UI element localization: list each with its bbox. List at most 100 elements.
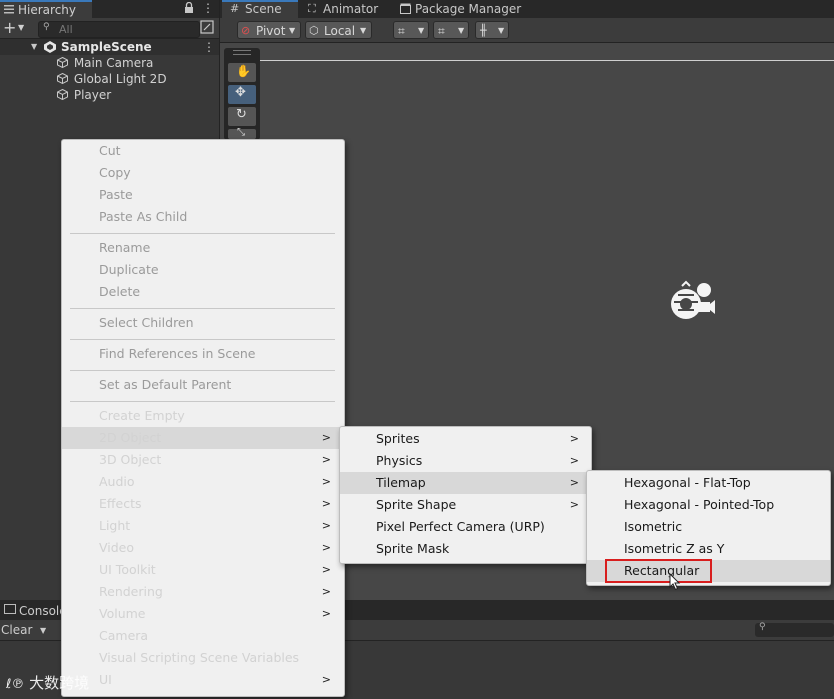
menu-item-label: 3D Object [99,452,162,467]
menu-item-hexagonal-pointed-top[interactable]: Hexagonal - Pointed-Top [587,494,830,516]
menu-item-light[interactable]: Light > [62,515,343,537]
scene-search-mode-icon[interactable] [200,20,214,37]
menu-item-sprite-shape[interactable]: Sprite Shape > [340,494,591,516]
add-button[interactable]: + [3,19,16,37]
menu-item-visual-scripting-scene-variables[interactable]: Visual Scripting Scene Variables [62,647,343,669]
hierarchy-item[interactable]: Global Light 2D [57,71,167,87]
menu-item-isometric-z-as-y[interactable]: Isometric Z as Y [587,538,830,560]
menu-item-label: Isometric Z as Y [624,541,725,556]
menu-separator [70,233,335,234]
submenu-2d-object: Sprites > Physics > Tilemap > Sprite Shape >… [339,426,592,564]
menu-item-delete[interactable]: Delete [62,281,343,303]
hierarchy-tab-label: Hierarchy [18,3,77,17]
menu-item-isometric[interactable]: Isometric [587,516,830,538]
menu-item-rendering[interactable]: Rendering > [62,581,343,603]
scene-kebab-icon[interactable]: ⋮ [203,40,215,54]
console-search-input[interactable]: ⚲ [755,622,834,637]
menu-item-2d-object[interactable]: 2D Object > [62,427,343,449]
hierarchy-item-label: Player [73,88,112,102]
menu-item-set-default-parent[interactable]: Set as Default Parent [62,374,343,396]
menu-item-label: Isometric [624,519,683,534]
local-cube-icon: ⬡ [309,24,319,37]
chevron-down-icon: ▼ [458,26,465,35]
menu-item-label: Find References in Scene [99,346,256,361]
menu-item-camera[interactable]: Camera [62,625,343,647]
menu-item-paste[interactable]: Paste [62,184,343,206]
menu-item-tilemap[interactable]: Tilemap > [340,472,591,494]
menu-item-ui[interactable]: UI > [62,669,343,691]
increment-snap-button[interactable]: ╫ ▼ [475,21,509,39]
chevron-right-icon: > [321,585,331,598]
chevron-down-icon[interactable]: ▼ [40,626,46,635]
menu-item-cut[interactable]: Cut [62,140,343,162]
pivot-icon: ⊘ [241,24,251,37]
tab-console[interactable]: Console [19,602,67,620]
menu-item-label: Select Children [99,315,194,330]
tab-package-manager[interactable]: Package Manager [415,0,521,18]
menu-item-label: Volume [99,606,146,621]
menu-item-sprites[interactable]: Sprites > [340,428,591,450]
expand-triangle-icon[interactable]: ▼ [31,42,37,51]
menu-item-sprite-mask[interactable]: Sprite Mask [340,538,591,560]
menu-item-create-empty[interactable]: Create Empty [62,405,343,427]
chevron-right-icon: > [321,497,331,510]
chevron-down-icon[interactable]: ▼ [18,23,24,32]
kebab-menu-icon[interactable]: ⋮ [202,2,214,14]
menu-item-ui-toolkit[interactable]: UI Toolkit > [62,559,343,581]
local-label: Local [324,24,356,38]
grid-icon: ⌗ [438,24,445,38]
context-menu-items: Cut Copy Paste Paste As Child Rename Dup… [62,140,343,694]
menu-item-paste-as-child[interactable]: Paste As Child [62,206,343,228]
chevron-right-icon: > [321,475,331,488]
hierarchy-item[interactable]: Main Camera [57,55,153,71]
watermark: ℓ℗ 大数跨境 [6,672,89,693]
gameobject-cube-icon [57,57,68,68]
menu-item-copy[interactable]: Copy [62,162,343,184]
menu-separator [70,339,335,340]
chevron-right-icon: > [321,431,331,444]
menu-item-label: Rendering [99,584,163,599]
menu-item-label: Effects [99,496,142,511]
menu-item-rename[interactable]: Rename [62,237,343,259]
menu-item-label: Paste As Child [99,209,188,224]
chevron-right-icon: > [569,498,579,511]
menu-item-label: Hexagonal - Flat-Top [624,475,751,490]
scale-tool-button[interactable]: ⤡ [228,127,256,139]
search-input[interactable]: ⚲ All [38,21,200,38]
menu-item-label: Pixel Perfect Camera (URP) [376,519,545,534]
menu-item-effects[interactable]: Effects > [62,493,343,515]
move-tool-button[interactable]: ✥ [228,85,256,104]
menu-item-label: Visual Scripting Scene Variables [99,650,300,665]
menu-item-volume[interactable]: Volume > [62,603,343,625]
chevron-right-icon: > [569,476,579,489]
hand-tool-button[interactable]: ✋ [228,63,256,82]
menu-item-hexagonal-flat-top[interactable]: Hexagonal - Flat-Top [587,472,830,494]
menu-item-find-references[interactable]: Find References in Scene [62,343,343,365]
menu-item-audio[interactable]: Audio > [62,471,343,493]
console-clear-button[interactable]: Clear [1,622,32,639]
watermark-logo-icon: ℓ℗ [6,677,25,692]
rotate-tool-button[interactable]: ↻ [228,107,256,126]
menu-item-3d-object[interactable]: 3D Object > [62,449,343,471]
camera-gizmo-icon[interactable] [668,280,716,329]
menu-item-label: Sprite Mask [376,541,450,556]
menu-item-select-children[interactable]: Select Children [62,312,343,334]
highlight-box [605,559,712,583]
menu-item-pixel-perfect-camera[interactable]: Pixel Perfect Camera (URP) [340,516,591,538]
list-icon [4,3,14,14]
pivot-dropdown[interactable]: ⊘ Pivot ▼ [237,21,301,39]
grid-visibility-button[interactable]: ⌗ ▼ [433,21,469,39]
local-dropdown[interactable]: ⬡ Local ▼ [305,21,372,39]
menu-item-physics[interactable]: Physics > [340,450,591,472]
package-icon [400,3,411,17]
menu-item-video[interactable]: Video > [62,537,343,559]
menu-item-label: Tilemap [376,475,426,490]
grid-snap-button[interactable]: ⌗ ▼ [393,21,429,39]
menu-item-duplicate[interactable]: Duplicate [62,259,343,281]
lock-icon[interactable] [184,1,194,17]
tab-animator[interactable]: Animator [323,0,378,18]
chevron-down-icon: ▼ [498,26,505,35]
hierarchy-item[interactable]: Player [57,87,111,103]
mouse-cursor-icon [669,572,681,594]
menu-item-label: Rename [99,240,151,255]
